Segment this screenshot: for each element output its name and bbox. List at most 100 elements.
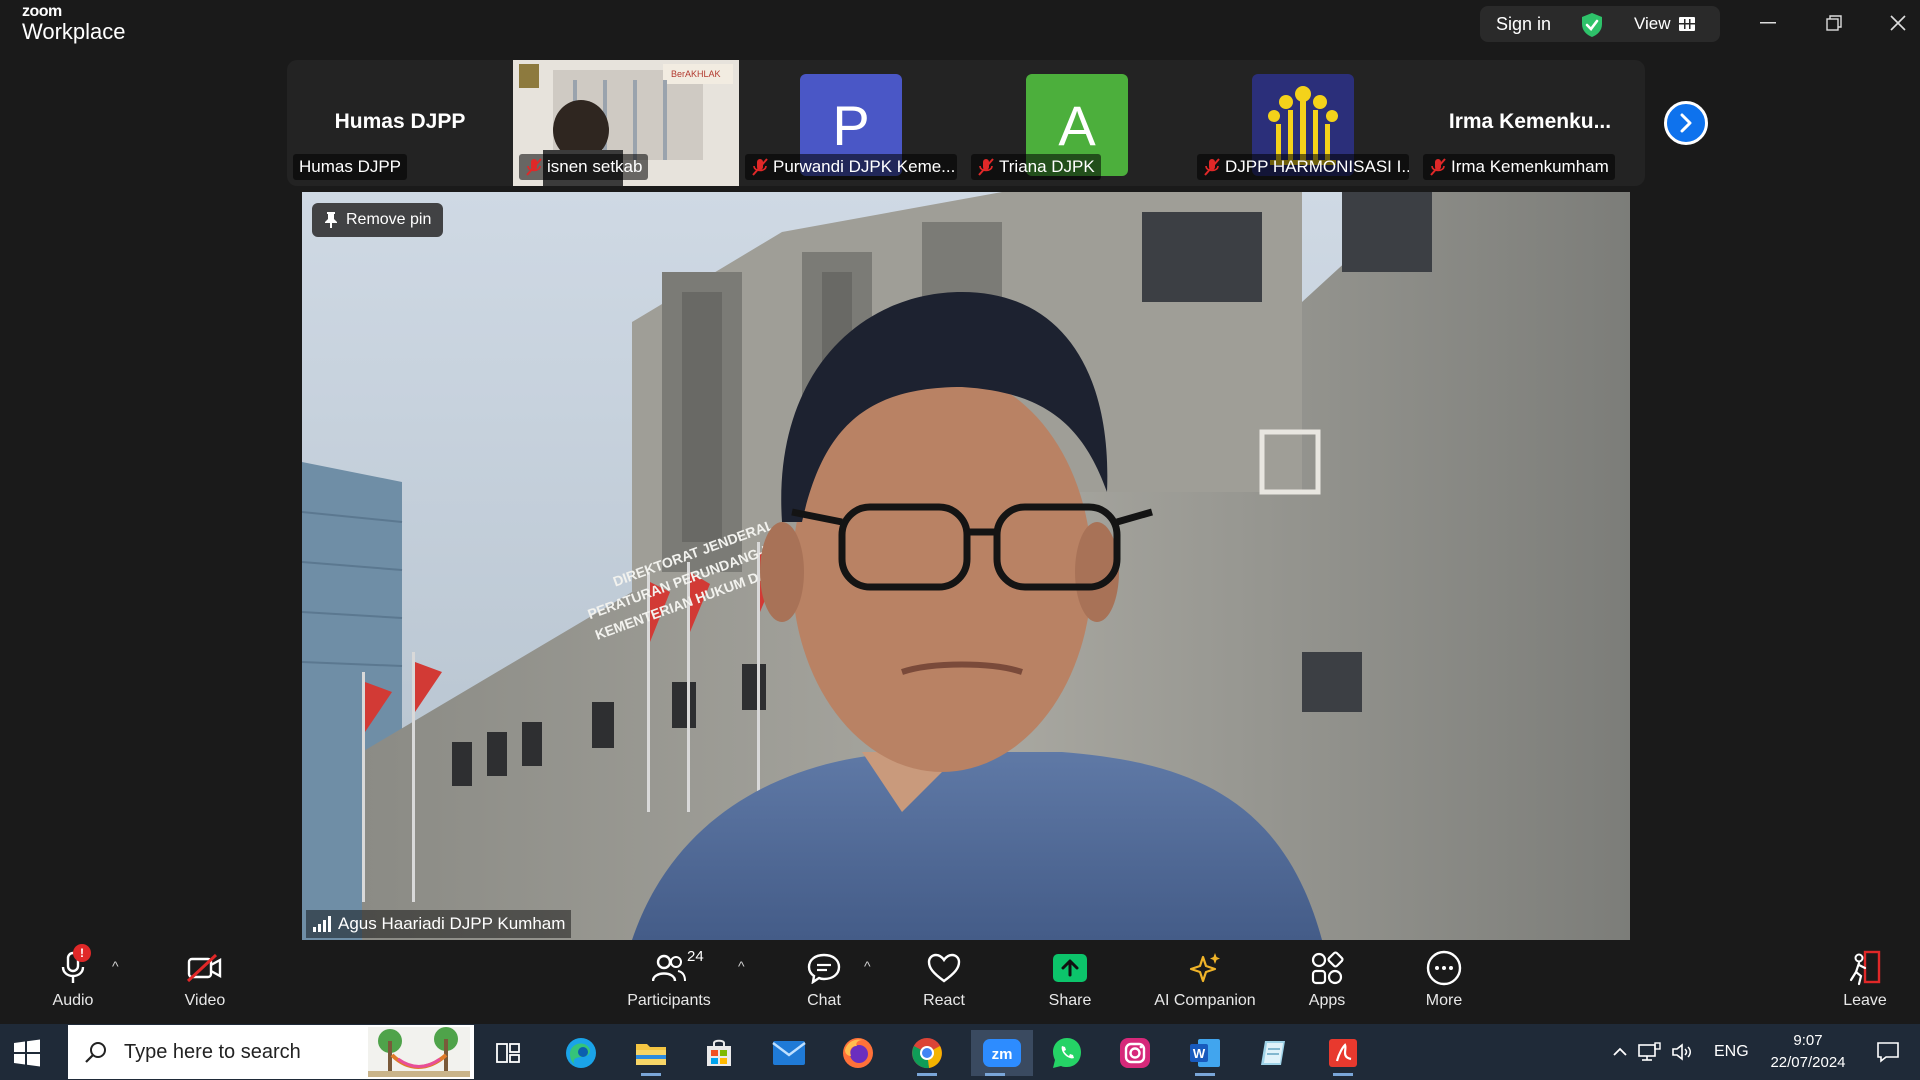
- taskbar-firefox[interactable]: [834, 1030, 882, 1076]
- share-screen-icon: [1053, 954, 1087, 982]
- more-label: More: [1425, 992, 1463, 1009]
- account-area: Sign in View: [1480, 6, 1720, 42]
- taskbar-instagram[interactable]: [1111, 1030, 1159, 1076]
- heart-icon: [927, 953, 961, 983]
- svg-text:zm: zm: [992, 1046, 1013, 1063]
- participant-name: isnen setkab: [547, 157, 643, 176]
- remove-pin-label: Remove pin: [346, 211, 432, 228]
- apps-button[interactable]: Apps: [1272, 948, 1382, 1010]
- word-icon: W: [1190, 1039, 1220, 1067]
- taskbar-notes-app[interactable]: [1249, 1030, 1297, 1076]
- view-button[interactable]: View: [1634, 14, 1695, 34]
- sparkle-icon: [1189, 953, 1220, 983]
- leave-icon: [1849, 950, 1881, 986]
- taskbar-pdf-reader[interactable]: [1319, 1030, 1367, 1076]
- close-window-button[interactable]: [1878, 8, 1918, 38]
- pin-icon: [325, 212, 337, 228]
- audio-warning-badge: !: [73, 944, 91, 962]
- taskbar-mail[interactable]: [765, 1030, 813, 1076]
- participants-icon: [652, 954, 686, 982]
- share-screen-button[interactable]: Share: [1015, 948, 1125, 1010]
- more-button[interactable]: More: [1389, 948, 1499, 1010]
- ai-companion-button[interactable]: AI Companion: [1150, 948, 1260, 1010]
- mic-muted-icon: [1204, 158, 1220, 176]
- participant-tile[interactable]: P Purwandi DJPK Keme...: [739, 60, 965, 186]
- taskbar-clock[interactable]: 9:07 22/07/2024: [1758, 1030, 1858, 1074]
- task-view-icon: [496, 1043, 520, 1063]
- whatsapp-icon: [1053, 1038, 1081, 1068]
- notepad-icon: [1261, 1041, 1285, 1065]
- windows-start-icon[interactable]: [12, 1038, 42, 1068]
- react-label: React: [923, 992, 965, 1009]
- participants-label: Participants: [627, 992, 711, 1009]
- ai-companion-label: AI Companion: [1154, 992, 1256, 1009]
- close-icon: [1890, 15, 1906, 31]
- more-icon: [1426, 950, 1462, 986]
- taskbar-edge[interactable]: [557, 1030, 605, 1076]
- video-button[interactable]: Video: [150, 948, 260, 1010]
- react-button[interactable]: React: [889, 948, 999, 1010]
- active-speaker-video[interactable]: DIREKTORAT JENDERAL PERATURAN PERUNDANG-…: [302, 192, 1630, 940]
- mic-muted-icon: [526, 158, 542, 176]
- audio-options-caret[interactable]: ^: [112, 958, 119, 974]
- participant-tile[interactable]: BerAKHLAK isnen setkab: [513, 60, 739, 186]
- participant-tile[interactable]: A Triana DJPK: [965, 60, 1191, 186]
- participant-label: isnen setkab: [519, 154, 649, 180]
- participant-label: Triana DJPK: [971, 154, 1101, 180]
- svg-text:W: W: [1193, 1046, 1206, 1061]
- title-bar: zoom Workplace Sign in View: [0, 0, 1920, 54]
- notification-icon: [1877, 1042, 1899, 1063]
- speaker-label: Agus Haariadi DJPP Kumham: [306, 910, 572, 938]
- meeting-toolbar: ! Audio ^ Video 24 Participants ^ Chat ^…: [0, 940, 1920, 1024]
- input-language-indicator[interactable]: ENG: [1714, 1043, 1749, 1061]
- chat-button[interactable]: Chat: [769, 948, 879, 1010]
- participant-tile[interactable]: Humas DJPP Humas DJPP: [287, 60, 513, 186]
- chat-options-caret[interactable]: ^: [864, 958, 871, 974]
- speaker-name: Agus Haariadi DJPP Kumham: [338, 914, 566, 933]
- remove-pin-button[interactable]: Remove pin: [312, 203, 444, 237]
- taskbar-whatsapp[interactable]: [1043, 1030, 1091, 1076]
- taskbar-chrome[interactable]: [903, 1030, 951, 1076]
- mic-muted-icon: [978, 158, 994, 176]
- participant-filmstrip: Humas DJPP Humas DJPP BerAKHLAK isnen se…: [287, 60, 1645, 186]
- taskbar-word[interactable]: W: [1181, 1030, 1229, 1076]
- network-icon[interactable]: [1632, 1042, 1666, 1062]
- signal-strength-icon: [313, 916, 331, 932]
- apps-icon: [1311, 951, 1344, 985]
- participant-tile[interactable]: DJPP HARMONISASI I...: [1191, 60, 1417, 186]
- minimize-icon: [1760, 22, 1776, 24]
- system-tray: ENG: [1608, 1024, 1749, 1080]
- audio-label: Audio: [52, 992, 94, 1009]
- taskbar-file-explorer[interactable]: [627, 1030, 675, 1076]
- leave-meeting-button[interactable]: Leave: [1810, 948, 1920, 1010]
- participants-button[interactable]: 24 Participants: [614, 948, 724, 1010]
- taskbar-zoom[interactable]: zm: [971, 1030, 1033, 1076]
- participant-label: Irma Kemenkumham: [1423, 154, 1615, 180]
- app-logo: zoom Workplace: [22, 4, 126, 43]
- clock-date: 22/07/2024: [1770, 1054, 1846, 1071]
- participant-name: Humas DJPP: [299, 157, 402, 176]
- taskbar-microsoft-store[interactable]: [695, 1030, 743, 1076]
- video-off-icon: [186, 953, 222, 983]
- search-icon: [85, 1042, 106, 1063]
- mic-muted-icon: [1430, 158, 1446, 176]
- sign-in-button[interactable]: Sign in: [1496, 14, 1551, 35]
- filmstrip-next-button[interactable]: [1664, 101, 1708, 145]
- folder-icon: [636, 1044, 666, 1065]
- apps-label: Apps: [1308, 992, 1346, 1009]
- restore-button[interactable]: [1814, 8, 1854, 38]
- mic-muted-icon: [752, 158, 768, 176]
- instagram-icon: [1120, 1038, 1150, 1068]
- security-shield-icon[interactable]: [1580, 12, 1604, 38]
- taskbar-search[interactable]: Type here to search: [68, 1025, 474, 1079]
- participant-tile[interactable]: Irma Kemenku... Irma Kemenkumham: [1417, 60, 1643, 186]
- participant-label: Purwandi DJPK Keme...: [745, 154, 957, 180]
- firefox-icon: [843, 1038, 873, 1068]
- volume-icon[interactable]: [1666, 1042, 1700, 1062]
- participants-options-caret[interactable]: ^: [738, 958, 745, 974]
- tray-expand-icon[interactable]: [1608, 1047, 1632, 1057]
- minimize-button[interactable]: [1748, 8, 1788, 38]
- leave-label: Leave: [1843, 992, 1887, 1009]
- action-center-button[interactable]: [1868, 1024, 1908, 1080]
- task-view-button[interactable]: [484, 1030, 532, 1076]
